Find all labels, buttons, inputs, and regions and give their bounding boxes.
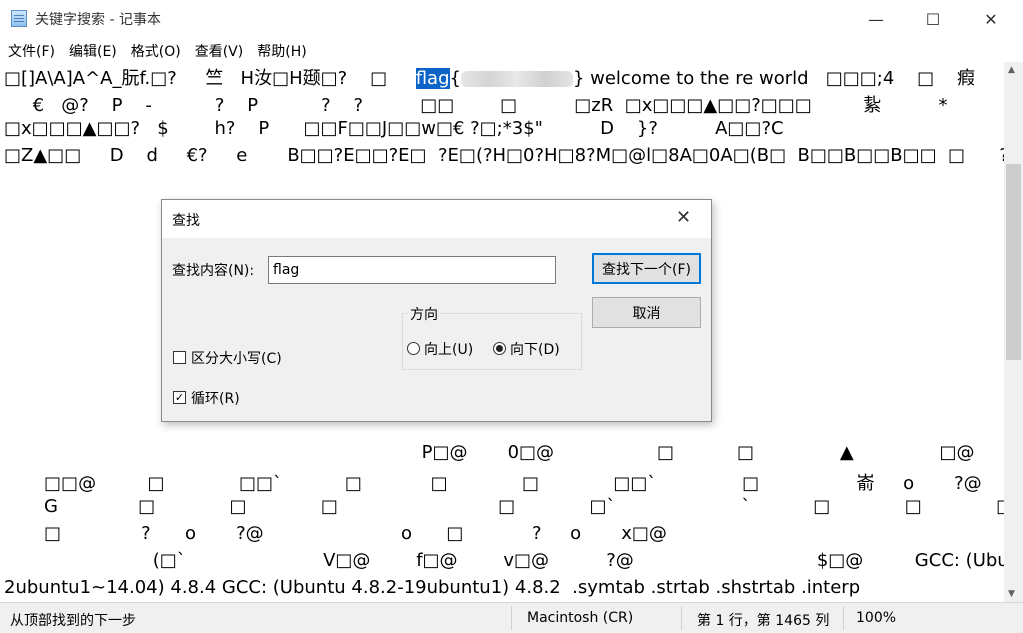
status-divider [511, 606, 512, 630]
editor-line-10: 2ubuntu1~14.04) 4.8.4 GCC: (Ubuntu 4.8.2… [4, 577, 861, 598]
editor-line-7: G □ □ □ □ □` ` □ □ □ ?@ □ ?@ [44, 496, 1004, 517]
scroll-thumb[interactable] [1006, 164, 1021, 360]
vertical-scrollbar[interactable]: ▲ ▼ [1004, 62, 1023, 602]
scroll-down-icon[interactable]: ▼ [1008, 589, 1015, 599]
editor-line-2: € @? P - ? P ? ? □□ □ □zR □x□□□▲□□?□□□ 紥… [32, 95, 948, 116]
line1-prefix: □[]A\A]A^A_朊f.□? 竺 H汝□H颋□? □ [4, 68, 416, 89]
close-window-button[interactable]: ✕ [968, 0, 1014, 38]
title-bar: 关键字搜索 - 记事本 — ☐ ✕ [0, 0, 1023, 38]
status-position: 第 1 行，第 1465 列 [697, 613, 830, 629]
status-divider [681, 606, 682, 630]
editor-line-9: (□` V□@ f□@ v□@ ?@ $□@ GCC: (Ubuntu 4.8.… [4, 550, 1004, 571]
editor-line-8: □ ? o ?@ o □ ? o x□@ [4, 523, 667, 544]
wrap-around-checkbox[interactable]: ✓ [173, 391, 186, 404]
maximize-button[interactable]: ☐ [910, 0, 956, 38]
menu-help[interactable]: 帮助(H) [257, 38, 306, 62]
find-what-input[interactable] [268, 256, 556, 284]
editor-line-1: □[]A\A]A^A_朊f.□? 竺 H汝□H颋□? □ flag{ } welc… [4, 64, 975, 90]
status-divider [843, 606, 844, 630]
editor-line-5: P□@ 0□@ □ □ ▲ □@ [4, 442, 975, 463]
menu-view[interactable]: 查看(V) [195, 38, 244, 62]
line1-suffix: } welcome to the re world □□□;4 □ 瘕 [572, 68, 976, 89]
scroll-up-icon[interactable]: ▲ [1008, 65, 1015, 75]
notepad-icon [11, 10, 27, 27]
direction-label: 方向 [408, 304, 440, 324]
menu-edit[interactable]: 编辑(E) [69, 38, 117, 62]
find-next-button[interactable]: 查找下一个(F) [592, 253, 701, 284]
status-encoding: Macintosh (CR) [527, 610, 634, 626]
menu-file[interactable]: 文件(F) [8, 38, 55, 62]
match-case-label[interactable]: 区分大小写(C) [191, 348, 282, 368]
find-dialog-titlebar: 查找 ✕ [162, 200, 711, 238]
match-case-checkbox[interactable] [173, 351, 186, 364]
wrap-around-label[interactable]: 循环(R) [191, 388, 240, 408]
editor-line-3: □x□□□▲□□? $ h? P □□F□□J□□w□€ ?□;*3$" D }… [4, 118, 784, 139]
minimize-button[interactable]: — [853, 0, 899, 38]
find-dialog-title: 查找 [172, 213, 200, 229]
find-what-label: 查找内容(N): [172, 263, 255, 279]
direction-down-radio[interactable] [493, 342, 506, 355]
search-match-highlight: flag [415, 68, 450, 89]
direction-up-radio[interactable] [407, 342, 420, 355]
direction-down-label[interactable]: 向下(D) [510, 339, 560, 359]
close-icon[interactable]: ✕ [676, 207, 691, 228]
redacted-blur [460, 71, 573, 87]
line1-brace: { [449, 68, 461, 89]
status-message: 从顶部找到的下一步 [10, 613, 136, 629]
status-zoom: 100% [856, 610, 897, 626]
find-dialog: 查找 ✕ 查找内容(N): 查找下一个(F) 取消 方向 向上(U) 向下(D)… [161, 199, 712, 422]
status-bar: 从顶部找到的下一步 Macintosh (CR) 第 1 行，第 1465 列 … [0, 602, 1023, 633]
editor-line-6: □□@ □ □□` □ □ □ □□` □ 嵛 o ?@ □ 0□@ □ ?@ [44, 473, 982, 494]
menu-bar: 文件(F) 编辑(E) 格式(O) 查看(V) 帮助(H) [0, 38, 1023, 62]
direction-up-label[interactable]: 向上(U) [424, 339, 473, 359]
cancel-button[interactable]: 取消 [592, 297, 701, 328]
menu-format[interactable]: 格式(O) [131, 38, 181, 62]
editor-line-4: □Z▲□□ D d €? e B□□?E□□?E□ ?E□(?H□0?H□8?M… [4, 145, 1004, 166]
window-title: 关键字搜索 - 记事本 [35, 12, 161, 28]
